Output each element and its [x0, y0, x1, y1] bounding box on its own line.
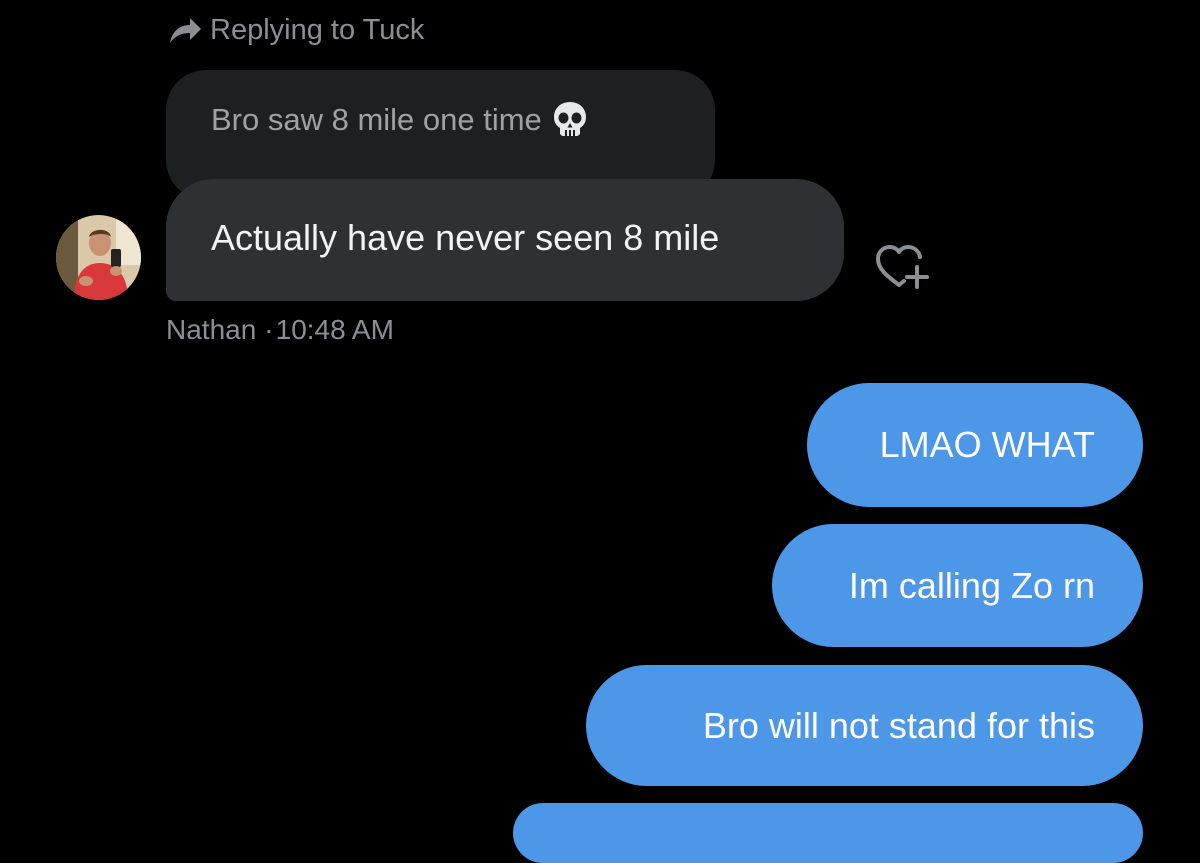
reply-arrow-icon — [168, 15, 202, 45]
outgoing-message-bubble-partial[interactable] — [513, 803, 1143, 863]
outgoing-message-text: LMAO WHAT — [879, 424, 1095, 465]
quoted-message-text: Bro saw 8 mile one time — [211, 102, 542, 137]
replying-to-label: Replying to Tuck — [210, 13, 425, 46]
replying-to-header: Replying to Tuck — [168, 10, 424, 50]
message-time: 10:48 AM — [275, 314, 394, 345]
outgoing-message-bubble[interactable]: LMAO WHAT — [807, 383, 1143, 507]
skull-icon — [552, 100, 588, 138]
avatar[interactable] — [56, 215, 141, 300]
meta-separator: · — [264, 314, 274, 345]
outgoing-message-bubble[interactable]: Bro will not stand for this — [586, 665, 1143, 786]
outgoing-message-bubble[interactable]: Im calling Zo rn — [772, 524, 1143, 647]
sender-name: Nathan — [166, 314, 257, 345]
outgoing-message-text: Bro will not stand for this — [702, 704, 1095, 746]
add-reaction-heart-icon[interactable] — [873, 241, 931, 293]
incoming-message-bubble[interactable]: Actually have never seen 8 mile — [166, 179, 844, 301]
incoming-message-text: Actually have never seen 8 mile — [211, 217, 720, 258]
message-meta: Nathan · 10:48 AM — [166, 312, 394, 348]
outgoing-message-text: Im calling Zo rn — [848, 564, 1095, 606]
